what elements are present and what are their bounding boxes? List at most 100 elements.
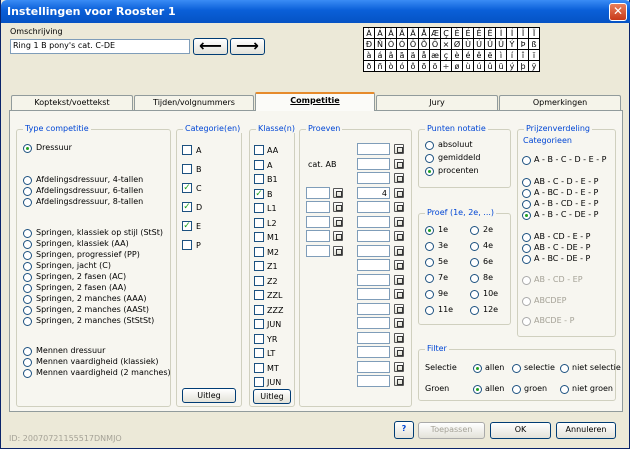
char-cell[interactable]: Ù bbox=[462, 38, 474, 50]
type-radio-14[interactable] bbox=[23, 358, 32, 367]
proef-right-radio-1[interactable] bbox=[470, 242, 479, 251]
filter-selectie-radio-1[interactable] bbox=[512, 364, 521, 373]
char-cell[interactable]: æ bbox=[429, 49, 441, 61]
proef-left-radio-3[interactable] bbox=[425, 274, 434, 283]
proef-input-10[interactable] bbox=[357, 288, 390, 300]
tab-opmerkingen[interactable]: Opmerkingen bbox=[499, 95, 621, 110]
proef-small-button-5[interactable] bbox=[333, 216, 343, 227]
char-cell[interactable]: ê bbox=[473, 49, 485, 61]
proef-small-input-4[interactable] bbox=[306, 201, 330, 213]
proef-select-button-10[interactable] bbox=[394, 289, 404, 299]
char-cell[interactable]: ú bbox=[473, 60, 485, 72]
proef-right-radio-3[interactable] bbox=[470, 274, 479, 283]
proef-small-input-3[interactable] bbox=[306, 186, 330, 199]
klasse-checkbox-7[interactable] bbox=[254, 246, 264, 257]
char-cell[interactable]: þ bbox=[517, 60, 529, 72]
proef-input-3[interactable]: 4 bbox=[357, 186, 390, 199]
klasse-checkbox-16[interactable] bbox=[254, 377, 264, 387]
filter-selectie-radio-0[interactable] bbox=[473, 364, 482, 373]
char-cell[interactable]: É bbox=[462, 27, 474, 39]
klasse-checkbox-4[interactable] bbox=[254, 203, 264, 213]
filter-groen-radio-1[interactable] bbox=[512, 385, 521, 394]
prijzen-radio-0[interactable] bbox=[522, 156, 531, 165]
char-cell[interactable]: Û bbox=[484, 38, 496, 50]
type-radio-2[interactable] bbox=[23, 187, 32, 196]
char-cell[interactable]: Ô bbox=[407, 38, 419, 50]
proef-small-input-5[interactable] bbox=[306, 215, 330, 228]
char-cell[interactable]: ñ bbox=[374, 60, 386, 72]
proef-left-radio-0[interactable] bbox=[425, 226, 434, 235]
char-cell[interactable]: ï bbox=[528, 49, 540, 61]
char-cell[interactable]: Ú bbox=[473, 38, 485, 50]
char-cell[interactable]: Â bbox=[385, 27, 397, 39]
type-radio-7[interactable] bbox=[23, 262, 32, 271]
char-cell[interactable]: Ý bbox=[506, 38, 518, 50]
proef-input-9[interactable] bbox=[357, 273, 390, 286]
filter-groen-radio-0[interactable] bbox=[473, 385, 482, 394]
proef-input-14[interactable] bbox=[357, 346, 390, 358]
proef-input-15[interactable] bbox=[357, 360, 390, 373]
proef-input-6[interactable] bbox=[357, 230, 390, 242]
type-radio-8[interactable] bbox=[23, 273, 32, 282]
klasse-checkbox-13[interactable] bbox=[254, 333, 264, 344]
char-cell[interactable]: Ê bbox=[473, 27, 485, 39]
klasse-checkbox-14[interactable] bbox=[254, 348, 264, 358]
klasse-checkbox-3[interactable]: ✓ bbox=[254, 188, 264, 199]
prijzen-radio-6[interactable] bbox=[522, 244, 531, 253]
type-radio-0[interactable] bbox=[23, 144, 32, 153]
proef-select-button-6[interactable] bbox=[394, 231, 404, 241]
char-cell[interactable]: ÿ bbox=[528, 60, 540, 72]
char-cell[interactable]: Ð bbox=[363, 38, 375, 50]
prijzen-radio-3[interactable] bbox=[522, 200, 531, 209]
proef-select-button-7[interactable] bbox=[394, 245, 404, 256]
tab-koptekst[interactable]: Koptekst/voettekst bbox=[11, 95, 133, 110]
type-radio-15[interactable] bbox=[23, 369, 32, 378]
proef-right-radio-2[interactable] bbox=[470, 258, 479, 267]
char-cell[interactable]: û bbox=[484, 60, 496, 72]
char-cell[interactable]: ã bbox=[396, 49, 408, 61]
char-cell[interactable]: á bbox=[374, 49, 386, 61]
arrow-left-button[interactable]: ⟵ bbox=[193, 38, 228, 55]
klasse-checkbox-6[interactable] bbox=[254, 232, 264, 242]
type-radio-13[interactable] bbox=[23, 347, 32, 356]
type-radio-10[interactable] bbox=[23, 295, 32, 304]
char-cell[interactable]: Ñ bbox=[374, 38, 386, 50]
categorie-checkbox-5[interactable] bbox=[182, 240, 192, 250]
categorie-checkbox-2[interactable]: ✓ bbox=[182, 183, 192, 193]
proef-select-button-3[interactable] bbox=[394, 187, 404, 198]
char-cell[interactable]: è bbox=[451, 49, 463, 61]
char-cell[interactable]: Ë bbox=[484, 27, 496, 39]
categorie-uitleg-button[interactable]: Uitleg bbox=[182, 388, 236, 403]
tab-jury[interactable]: Jury bbox=[376, 95, 498, 110]
char-cell[interactable]: Ã bbox=[396, 27, 408, 39]
proef-select-button-2[interactable] bbox=[394, 173, 404, 183]
prijzen-radio-1[interactable] bbox=[522, 178, 531, 187]
char-cell[interactable]: ç bbox=[440, 49, 452, 61]
categorie-checkbox-0[interactable] bbox=[182, 145, 192, 155]
char-cell[interactable]: Æ bbox=[429, 27, 441, 39]
tab-tijden[interactable]: Tijden/volgnummers bbox=[134, 95, 254, 110]
proef-input-4[interactable] bbox=[357, 201, 390, 213]
proef-input-12[interactable] bbox=[357, 317, 390, 329]
char-cell[interactable]: ò bbox=[385, 60, 397, 72]
categorie-checkbox-4[interactable]: ✓ bbox=[182, 221, 192, 231]
punten-radio-0[interactable] bbox=[425, 141, 434, 150]
proef-small-button-3[interactable] bbox=[333, 187, 343, 198]
klasse-checkbox-10[interactable] bbox=[254, 290, 264, 300]
proef-input-8[interactable] bbox=[357, 259, 390, 271]
char-cell[interactable]: í bbox=[506, 49, 518, 61]
proef-select-button-9[interactable] bbox=[394, 274, 404, 285]
arrow-right-button[interactable]: ⟶ bbox=[230, 38, 265, 55]
proef-right-radio-5[interactable] bbox=[470, 306, 479, 315]
klasse-checkbox-9[interactable] bbox=[254, 275, 264, 286]
char-cell[interactable]: Ü bbox=[495, 38, 507, 50]
char-cell[interactable]: Þ bbox=[517, 38, 529, 50]
proef-input-0[interactable] bbox=[357, 143, 390, 155]
char-cell[interactable]: × bbox=[440, 38, 452, 50]
char-cell[interactable]: ü bbox=[495, 60, 507, 72]
proef-select-button-8[interactable] bbox=[394, 260, 404, 270]
proef-small-button-7[interactable] bbox=[333, 245, 343, 256]
char-cell[interactable]: î bbox=[517, 49, 529, 61]
char-cell[interactable]: Ä bbox=[407, 27, 419, 39]
char-cell[interactable]: å bbox=[418, 49, 430, 61]
